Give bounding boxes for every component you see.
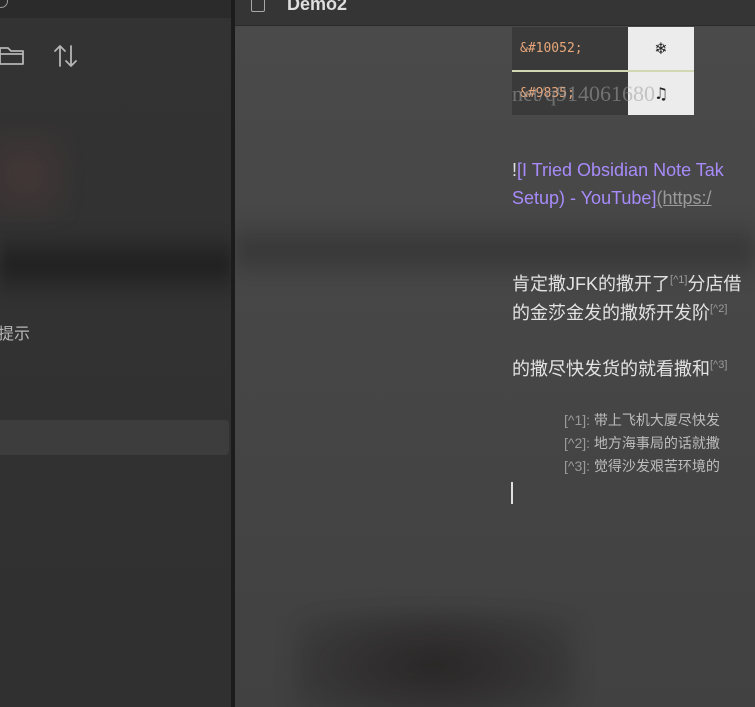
history-icon[interactable]	[0, 0, 8, 8]
footnote-ref[interactable]: [^2]	[710, 303, 727, 315]
link-url[interactable]: (https:/	[656, 188, 711, 208]
tab-title[interactable]: Demo2	[287, 0, 347, 15]
footnote-text: 带上飞机大厦尽快发	[593, 412, 720, 428]
footnote-mark: [^2]:	[564, 435, 591, 451]
footnote-text: 地方海事局的话就撒	[593, 435, 720, 451]
folder-icon[interactable]	[0, 43, 26, 67]
blurred-band	[0, 230, 233, 300]
paragraph-text: 的金莎金发的撒娇开发阶	[512, 303, 710, 323]
file-explorer-sidebar: 提示	[0, 0, 233, 707]
paragraph-line[interactable]: 肯定撒JFK的撒开了[^1]分店借	[512, 270, 741, 296]
footnote-mark: [^3]:	[564, 458, 591, 474]
sort-icon[interactable]	[52, 42, 80, 70]
code-cell[interactable]: &#9835;	[512, 72, 628, 115]
sidebar-hint-label[interactable]: 提示	[0, 320, 30, 344]
paragraph-text: 肯定撒JFK的撒开了	[512, 274, 671, 294]
footnote-mark: [^1]:	[564, 412, 591, 428]
blurred-content	[0, 130, 70, 220]
tab-bar: Demo2	[235, 0, 755, 26]
link-text[interactable]: Setup) - YouTube]	[512, 188, 656, 208]
embed-link-line[interactable]: ![I Tried Obsidian Note Tak	[512, 160, 724, 181]
link-text[interactable]: [I Tried Obsidian Note Tak	[517, 160, 724, 180]
sidebar-topbar	[0, 0, 233, 18]
paragraph-line[interactable]: 的撒尽快发货的就看撒和[^3]	[512, 355, 727, 381]
footnote-line[interactable]: [^1]: 带上飞机大厦尽快发	[564, 410, 720, 430]
paragraph-text: 的撒尽快发货的就看撒和	[512, 359, 710, 379]
symbol-cell: ♫	[628, 72, 694, 115]
footnote-line[interactable]: [^3]: 觉得沙发艰苦环境的	[564, 456, 720, 476]
sidebar-selected-item[interactable]	[0, 420, 229, 455]
table-row: &#9835; ♫ net/q914061680	[512, 72, 694, 115]
footnote-ref[interactable]: [^1]	[670, 274, 687, 286]
paragraph-line[interactable]: 的金莎金发的撒娇开发阶[^2]	[512, 299, 727, 325]
file-icon	[251, 0, 265, 12]
paragraph-text: 分店借	[687, 274, 742, 294]
footnote-line[interactable]: [^2]: 地方海事局的话就撒	[564, 433, 720, 453]
editor-pane: Demo2 &#10052; ❄ &#9835; ♫ net/q91406168…	[235, 0, 755, 707]
footnote-ref[interactable]: [^3]	[710, 359, 727, 371]
embed-link-line[interactable]: Setup) - YouTube](https:/	[512, 188, 711, 209]
symbol-cell: ❄	[628, 27, 694, 70]
table-row: &#10052; ❄	[512, 27, 694, 72]
blurred-content	[295, 610, 575, 707]
footnote-text: 觉得沙发艰苦环境的	[593, 458, 720, 474]
code-cell[interactable]: &#10052;	[512, 27, 628, 70]
text-cursor	[511, 482, 513, 504]
